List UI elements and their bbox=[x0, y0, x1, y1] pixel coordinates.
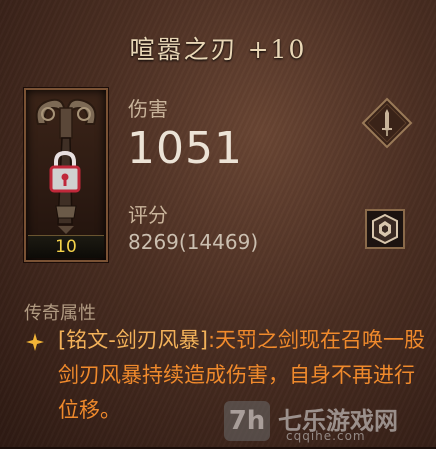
item-tooltip-panel: 喧嚣之刃 +10 10 伤害 1051 评分 8269(14469) 传奇属性 … bbox=[0, 0, 436, 447]
item-title: 喧嚣之刃 +10 bbox=[129, 35, 307, 64]
affix-name: [铭文-剑刃风暴] bbox=[58, 328, 208, 352]
watermark: 7h 七乐游戏网 cqqihe.com bbox=[224, 395, 436, 449]
gem-cube-icon[interactable] bbox=[365, 209, 405, 249]
item-icon-frame[interactable]: 10 bbox=[24, 88, 108, 262]
damage-label: 伤害 bbox=[128, 97, 168, 121]
watermark-url: cqqihe.com bbox=[286, 429, 366, 443]
score-value: 8269(14469) bbox=[128, 230, 259, 254]
watermark-logo: 7h bbox=[224, 401, 270, 441]
sword-diamond-icon[interactable] bbox=[361, 97, 413, 149]
padlock-icon bbox=[49, 150, 81, 193]
damage-value: 1051 bbox=[127, 123, 243, 174]
score-label: 评分 bbox=[128, 203, 168, 227]
item-level-badge: 10 bbox=[28, 235, 104, 258]
star-bullet-icon bbox=[26, 333, 44, 351]
legendary-section-label: 传奇属性 bbox=[24, 303, 96, 324]
